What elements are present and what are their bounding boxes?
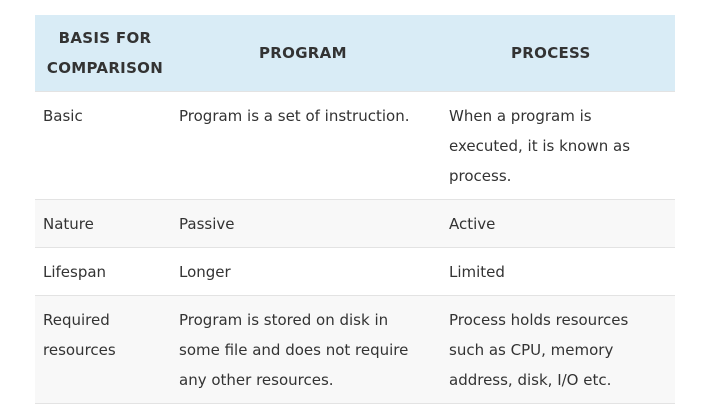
cell-basis: Nature	[35, 199, 171, 248]
cell-program: Program is stored on disk in some file a…	[171, 295, 441, 404]
table-row: Nature Passive Active	[35, 199, 675, 248]
header-comparison-line: COMPARISON	[46, 59, 164, 77]
cell-process: Active	[441, 199, 675, 248]
table-header-row: BASIS FOR COMPARISON PROGRAM PROCESS	[35, 15, 675, 92]
cell-basis: Basic	[35, 91, 171, 200]
header-process: PROCESS	[441, 15, 675, 92]
cell-process: Limited	[441, 247, 675, 296]
comparison-table-container: BASIS FOR COMPARISON PROGRAM PROCESS Bas…	[35, 15, 675, 404]
cell-basis: Lifespan	[35, 247, 171, 296]
cell-basis: Required resources	[35, 295, 171, 404]
header-program: PROGRAM	[171, 15, 441, 92]
table-row: Lifespan Longer Limited	[35, 247, 675, 296]
cell-process: Process holds resources such as CPU, mem…	[441, 295, 675, 404]
table-row: Required resources Program is stored on …	[35, 295, 675, 404]
table-row: Basic Program is a set of instruction. W…	[35, 91, 675, 200]
cell-program: Longer	[171, 247, 441, 296]
comparison-table: BASIS FOR COMPARISON PROGRAM PROCESS Bas…	[35, 15, 675, 404]
cell-program: Passive	[171, 199, 441, 248]
header-basis-line: BASIS FOR	[58, 29, 152, 47]
cell-program: Program is a set of instruction.	[171, 91, 441, 200]
cell-process: When a program is executed, it is known …	[441, 91, 675, 200]
header-basis-for-comparison: BASIS FOR COMPARISON	[35, 15, 171, 92]
